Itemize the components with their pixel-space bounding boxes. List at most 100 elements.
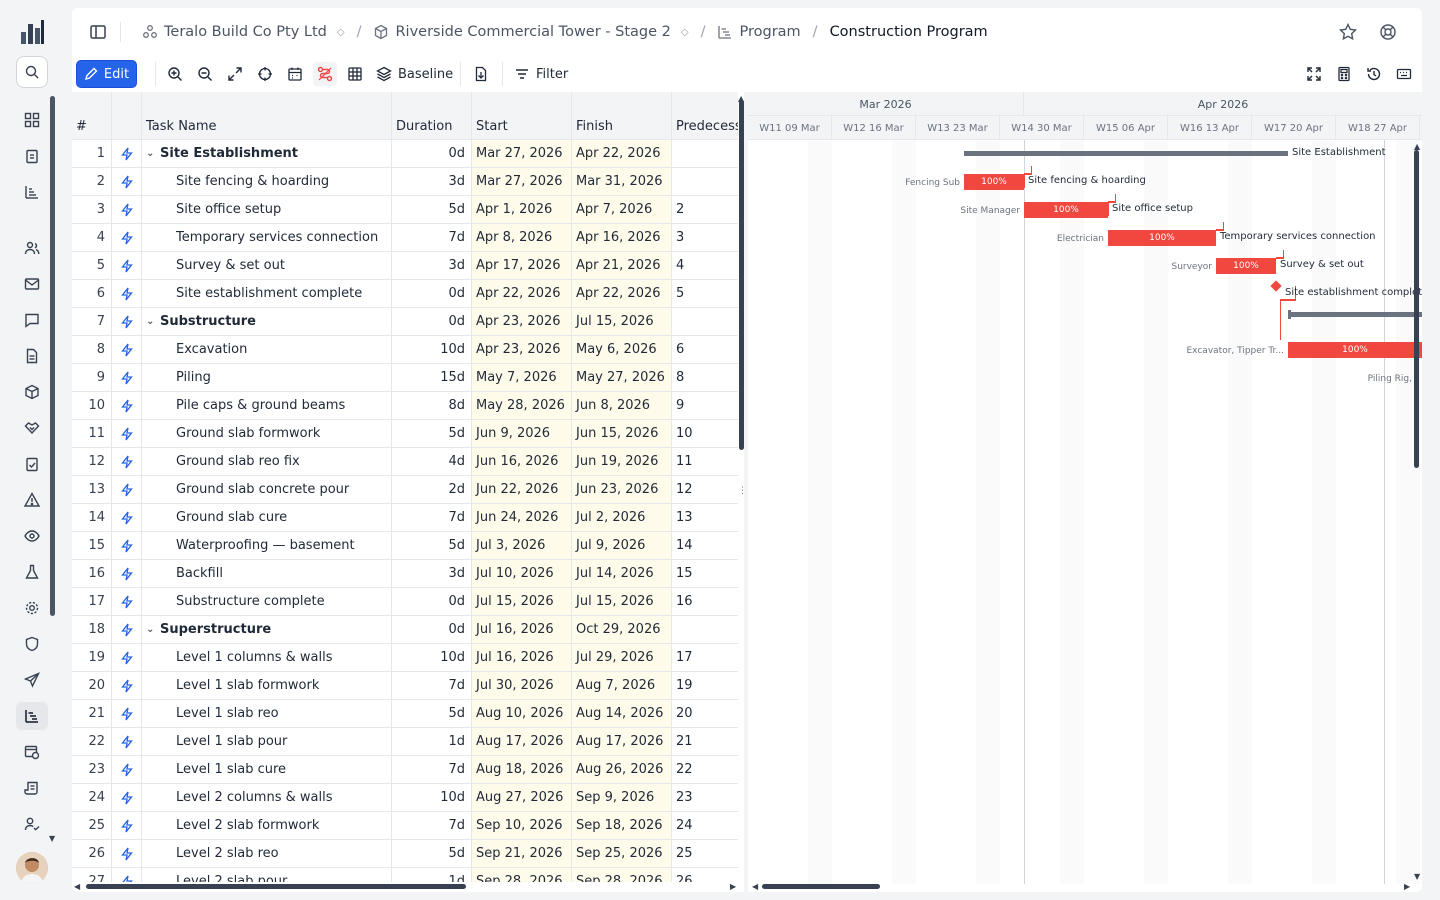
task-bar[interactable]: 100%: [964, 174, 1024, 190]
eye-icon[interactable]: [16, 522, 48, 550]
auto-schedule-icon[interactable]: [112, 280, 142, 307]
duration-cell[interactable]: 5d: [392, 532, 472, 559]
breadcrumb-project[interactable]: Riverside Commercial Tower - Stage 2 ◇: [373, 24, 689, 40]
auto-schedule-icon[interactable]: [112, 868, 142, 882]
start-date-cell[interactable]: Jul 15, 2026: [472, 588, 572, 615]
auto-schedule-icon[interactable]: [112, 532, 142, 559]
duration-cell[interactable]: 5d: [392, 840, 472, 867]
auto-schedule-icon[interactable]: [112, 168, 142, 195]
finish-date-cell[interactable]: Mar 31, 2026: [572, 168, 672, 195]
task-bar[interactable]: 100%: [1216, 258, 1276, 274]
duration-cell[interactable]: 7d: [392, 812, 472, 839]
sidebar-toggle-icon[interactable]: [88, 22, 108, 42]
start-date-cell[interactable]: Apr 23, 2026: [472, 336, 572, 363]
table-row[interactable]: 27 Level 2 slab pour 1d Sep 28, 2026 Sep 28,…: [72, 868, 738, 882]
task-name-cell[interactable]: Ground slab formwork: [142, 420, 392, 447]
duration-cell[interactable]: 0d: [392, 308, 472, 335]
start-date-cell[interactable]: May 28, 2026: [472, 392, 572, 419]
finish-date-cell[interactable]: Aug 7, 2026: [572, 672, 672, 699]
table-row[interactable]: 6 Site establishment complete 0d Apr 22, 20…: [72, 280, 738, 308]
chevron-updown-icon[interactable]: ◇: [337, 27, 345, 38]
clipboard-icon[interactable]: [16, 142, 48, 170]
calculator-icon[interactable]: [1332, 62, 1356, 86]
predecessors-cell[interactable]: 8: [672, 364, 738, 391]
chevron-down-icon[interactable]: ⌄: [146, 316, 160, 327]
keyboard-icon[interactable]: [1392, 62, 1416, 86]
task-bar[interactable]: 100%: [1288, 342, 1422, 358]
duration-cell[interactable]: 10d: [392, 644, 472, 671]
table-row[interactable]: 10 Pile caps & ground beams 8d May 28, 2026…: [72, 392, 738, 420]
chat-icon[interactable]: [16, 306, 48, 334]
start-date-cell[interactable]: Jun 22, 2026: [472, 476, 572, 503]
start-date-cell[interactable]: Jul 16, 2026: [472, 644, 572, 671]
table-row[interactable]: 14 Ground slab cure 7d Jun 24, 2026 Jul 2, 2…: [72, 504, 738, 532]
task-name-cell[interactable]: Level 1 slab reo: [142, 700, 392, 727]
task-name-cell[interactable]: Ground slab reo fix: [142, 448, 392, 475]
finish-date-cell[interactable]: Jul 15, 2026: [572, 308, 672, 335]
duration-cell[interactable]: 0d: [392, 140, 472, 167]
finish-date-cell[interactable]: Aug 17, 2026: [572, 728, 672, 755]
auto-schedule-icon[interactable]: [112, 840, 142, 867]
start-date-cell[interactable]: Sep 10, 2026: [472, 812, 572, 839]
search-icon[interactable]: [16, 56, 48, 88]
table-row[interactable]: 26 Level 2 slab reo 5d Sep 21, 2026 Sep 25, …: [72, 840, 738, 868]
warning-icon[interactable]: [16, 486, 48, 514]
duration-cell[interactable]: 0d: [392, 588, 472, 615]
finish-date-cell[interactable]: Aug 14, 2026: [572, 700, 672, 727]
table-row[interactable]: 13 Ground slab concrete pour 2d Jun 22, 202…: [72, 476, 738, 504]
predecessors-cell[interactable]: 16: [672, 588, 738, 615]
package-icon[interactable]: [16, 378, 48, 406]
predecessors-cell[interactable]: 13: [672, 504, 738, 531]
finish-date-cell[interactable]: Oct 29, 2026: [572, 616, 672, 643]
summary-bar[interactable]: [1288, 312, 1422, 317]
task-name-cell[interactable]: Backfill: [142, 560, 392, 587]
finish-date-cell[interactable]: Apr 22, 2026: [572, 140, 672, 167]
table-row[interactable]: 1 ⌄ Site Establishment 0d Mar 27, 2026 Apr 22…: [72, 140, 738, 168]
zoom-in-icon[interactable]: [163, 62, 187, 86]
checklist-icon[interactable]: [16, 450, 48, 478]
gantt-scroll-right-icon[interactable]: ▶: [1404, 882, 1410, 891]
duration-cell[interactable]: 1d: [392, 868, 472, 882]
start-date-cell[interactable]: Aug 18, 2026: [472, 756, 572, 783]
avatar[interactable]: [16, 852, 48, 884]
table-row[interactable]: 23 Level 1 slab cure 7d Aug 18, 2026 Aug 26,…: [72, 756, 738, 784]
calendar-clock-icon[interactable]: [16, 738, 48, 766]
gantt-vertical-scrollbar[interactable]: [1414, 150, 1419, 468]
duration-cell[interactable]: 7d: [392, 224, 472, 251]
edit-button[interactable]: Edit: [76, 60, 137, 88]
export-download-icon[interactable]: [469, 62, 493, 86]
table-row[interactable]: 21 Level 1 slab reo 5d Aug 10, 2026 Aug 14, …: [72, 700, 738, 728]
zoom-out-icon[interactable]: [193, 62, 217, 86]
start-date-cell[interactable]: May 7, 2026: [472, 364, 572, 391]
finish-date-cell[interactable]: Jul 2, 2026: [572, 504, 672, 531]
predecessors-cell[interactable]: 15: [672, 560, 738, 587]
duration-cell[interactable]: 3d: [392, 252, 472, 279]
predecessors-cell[interactable]: 2: [672, 196, 738, 223]
auto-schedule-icon[interactable]: [112, 672, 142, 699]
task-name-cell[interactable]: Temporary services connection: [142, 224, 392, 251]
finish-date-cell[interactable]: Jul 14, 2026: [572, 560, 672, 587]
predecessors-cell[interactable]: [672, 168, 738, 195]
dashboard-icon[interactable]: [16, 106, 48, 134]
calendar-icon[interactable]: [283, 62, 307, 86]
task-name-cell[interactable]: Level 2 slab pour: [142, 868, 392, 882]
column-header-finish[interactable]: Finish: [572, 92, 672, 140]
finish-date-cell[interactable]: Jul 29, 2026: [572, 644, 672, 671]
duration-cell[interactable]: 7d: [392, 504, 472, 531]
rail-scroll-down-icon[interactable]: ▼: [49, 834, 55, 843]
duration-cell[interactable]: 8d: [392, 392, 472, 419]
history-icon[interactable]: [1362, 62, 1386, 86]
breadcrumb-org[interactable]: Teralo Build Co Pty Ltd ◇: [142, 24, 345, 40]
task-name-cell[interactable]: Ground slab cure: [142, 504, 392, 531]
table-row[interactable]: 2 Site fencing & hoarding 3d Mar 27, 2026 Ma…: [72, 168, 738, 196]
predecessors-cell[interactable]: [672, 140, 738, 167]
auto-schedule-icon[interactable]: [112, 140, 142, 167]
auto-schedule-icon[interactable]: [112, 784, 142, 811]
task-name-cell[interactable]: Substructure complete: [142, 588, 392, 615]
duration-cell[interactable]: 5d: [392, 700, 472, 727]
predecessors-cell[interactable]: 11: [672, 448, 738, 475]
finish-date-cell[interactable]: Sep 9, 2026: [572, 784, 672, 811]
duration-cell[interactable]: 10d: [392, 784, 472, 811]
predecessors-cell[interactable]: 10: [672, 420, 738, 447]
start-date-cell[interactable]: Jul 10, 2026: [472, 560, 572, 587]
